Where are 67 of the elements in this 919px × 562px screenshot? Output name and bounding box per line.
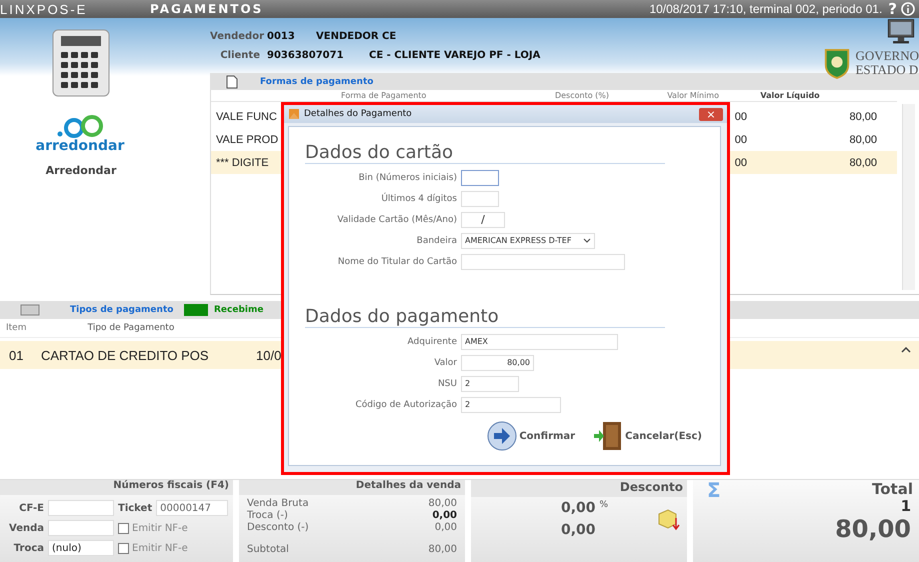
section-title: Recebime [214, 305, 264, 315]
field-label: Ticket [118, 502, 152, 514]
detail-label: Venda Bruta [247, 498, 309, 510]
table-cell-text: 80,00 [848, 110, 878, 122]
column-header: Tipo de Pagamento [86, 323, 176, 333]
column-header: Valor Mínimo [666, 91, 719, 100]
table-cell-text: *** DIGITE [215, 156, 270, 168]
field-label: Últimos 4 dígitos [380, 194, 457, 204]
panel-title: Detalhes da venda [239, 480, 465, 495]
sum-symbol: Σ [707, 480, 721, 497]
table-cell-text: 01 [8, 348, 24, 362]
table-cell-text: CARTAO DE CREDITO POS [41, 348, 210, 362]
table-cell-text: 00 [734, 156, 747, 168]
info-code: 0013 [267, 31, 296, 42]
detail-label: Troca (-) [247, 510, 288, 522]
field-label: Validade Cartão (Mês/Ano) [336, 214, 457, 224]
field-label: NSU [436, 378, 457, 388]
info-name: VENDEDOR CE [316, 31, 396, 42]
column-header: Valor Líquido [759, 91, 821, 100]
government-text: ESTADO D [855, 63, 919, 77]
table-cell-text: 10/0 [256, 348, 282, 362]
table-cell-text: 00 [734, 134, 747, 146]
field-label: Código de Autorização [354, 400, 457, 410]
column-header: Desconto (%) [554, 91, 609, 100]
section-title: Formas de pagamento [260, 76, 374, 86]
info-code: 90363807071 [267, 50, 345, 61]
field-label: Nome do Titular do Cartão [336, 256, 457, 266]
section-title: Tipos de pagamento [70, 305, 174, 315]
field-label: Bandeira [416, 236, 457, 246]
logo-text: arredondar [36, 138, 124, 154]
app-name: LINXPOS-E [0, 2, 88, 16]
section-heading: Dados do pagamento [305, 307, 665, 328]
percent-sign: % [600, 500, 608, 510]
discount-amount: 0,00 [561, 522, 596, 538]
session-status: 10/08/2017 17:10, terminal 002, periodo 01. [649, 2, 882, 16]
detail-label: Subtotal [247, 544, 289, 556]
panel-title: Desconto [471, 480, 687, 497]
section-heading: Dados do cartão [305, 143, 665, 164]
column-header: Forma de Pagamento [340, 91, 428, 100]
column-header: Item [5, 323, 28, 333]
info-name: CE - CLIENTE VAREJO PF - LOJA [369, 50, 540, 61]
field-label: Troca [12, 542, 44, 554]
table-cell-text: 80,00 [848, 134, 878, 146]
detail-label: Desconto (-) [247, 522, 309, 534]
panel-title: Números fiscais (F4) [0, 480, 233, 495]
panel-title: Total [872, 480, 913, 497]
field-label: Valor [433, 358, 457, 368]
government-text: GOVERNO [855, 49, 919, 63]
table-cell-text: VALE PROD [215, 134, 280, 146]
detail-value: 0,00 [432, 510, 457, 522]
screen-title: PAGAMENTOS [150, 2, 264, 16]
field-label: Bin (Números iniciais) [358, 172, 457, 182]
discount-percent: 0,00 [561, 500, 596, 516]
checkbox-label: Emitir NF-e [132, 522, 188, 534]
info-label: Cliente [219, 50, 260, 61]
dialog-title: Detalhes do Pagamento [304, 109, 412, 119]
table-cell-text: 00 [734, 110, 747, 122]
total-amount: 80,00 [834, 515, 912, 543]
checkbox-label: Emitir NF-e [132, 542, 188, 554]
table-cell-text: 80,00 [848, 156, 878, 168]
detail-value: 80,00 [428, 544, 457, 556]
field-label: Venda [8, 522, 44, 534]
detail-value: 0,00 [434, 522, 457, 534]
detail-value: 80,00 [428, 498, 457, 510]
field-label: CF-E [18, 502, 44, 514]
total-quantity: 1 [900, 497, 912, 515]
field-label: Adquirente [406, 336, 457, 346]
